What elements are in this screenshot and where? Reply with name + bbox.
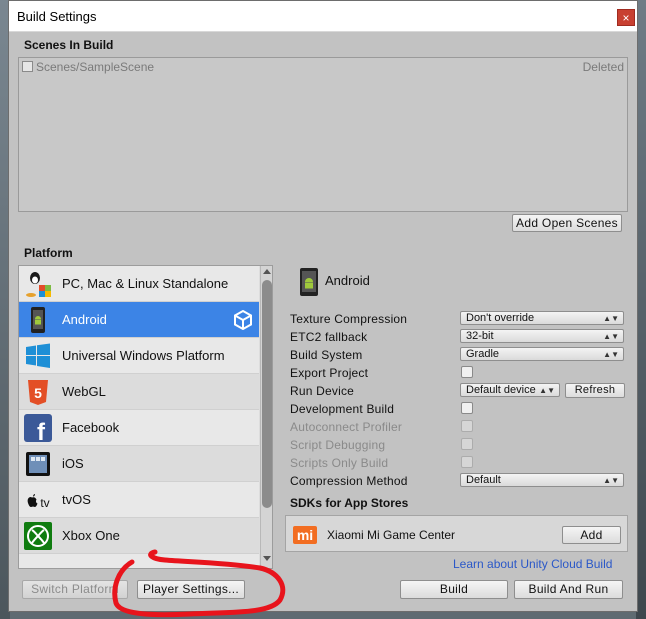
dropdown-value: Don't override — [466, 312, 535, 324]
platform-item-android[interactable]: Android — [19, 302, 259, 338]
platform-label: iOS — [62, 456, 84, 471]
platform-label: Android — [62, 312, 107, 327]
sdk-item-xiaomi: mi Xiaomi Mi Game Center Add — [285, 515, 628, 552]
dropdown-arrow-icon: ▲▼ — [603, 350, 619, 359]
platform-item-standalone[interactable]: PC, Mac & Linux Standalone — [19, 266, 259, 302]
unity-cloud-build-link[interactable]: Learn about Unity Cloud Build — [453, 557, 612, 571]
player-settings-button[interactable]: Player Settings... — [137, 580, 245, 599]
scroll-up-icon[interactable] — [263, 269, 271, 274]
development-build-checkbox[interactable] — [461, 402, 473, 414]
script-debugging-label: Script Debugging — [290, 438, 386, 452]
platform-item-xbox-one[interactable]: Xbox One — [19, 518, 259, 554]
build-and-run-button[interactable]: Build And Run — [514, 580, 623, 599]
sdks-heading: SDKs for App Stores — [290, 496, 409, 510]
platform-item-facebook[interactable]: f Facebook — [19, 410, 259, 446]
apple-tv-icon-text: tv — [40, 496, 49, 510]
scroll-thumb[interactable] — [262, 280, 272, 508]
run-device-label: Run Device — [290, 384, 355, 398]
refresh-button[interactable]: Refresh — [565, 383, 625, 398]
scene-name: Scenes/SampleScene — [36, 60, 155, 74]
xiaomi-mi-icon: mi — [293, 526, 317, 544]
autoconnect-profiler-label: Autoconnect Profiler — [290, 420, 403, 434]
scene-include-checkbox[interactable] — [22, 61, 33, 72]
platform-label: Xbox One — [62, 528, 120, 543]
dropdown-arrow-icon: ▲▼ — [539, 386, 555, 395]
build-system-dropdown[interactable]: Gradle ▲▼ — [460, 347, 624, 361]
dropdown-value: Default device — [466, 384, 536, 396]
build-system-label: Build System — [290, 348, 363, 362]
platform-label: PC, Mac & Linux Standalone — [62, 276, 229, 291]
android-icon — [31, 307, 45, 333]
platform-label: Universal Windows Platform — [62, 348, 225, 363]
platform-label: Facebook — [62, 420, 120, 435]
dropdown-value: Gradle — [466, 348, 500, 360]
platform-item-uwp[interactable]: Universal Windows Platform — [19, 338, 259, 374]
dropdown-arrow-icon: ▲▼ — [603, 476, 619, 485]
ipad-icon — [26, 452, 50, 476]
dropdown-arrow-icon: ▲▼ — [603, 332, 619, 341]
autoconnect-profiler-checkbox — [461, 420, 473, 432]
dropdown-value: Default — [466, 474, 501, 486]
texture-compression-label: Texture Compression — [290, 312, 408, 326]
pc-mac-linux-icon — [26, 272, 51, 297]
scenes-in-build-heading: Scenes In Build — [24, 38, 114, 52]
scene-status: Deleted — [582, 60, 624, 74]
add-open-scenes-button[interactable]: Add Open Scenes — [512, 214, 622, 232]
platform-item-webgl[interactable]: 5 WebGL — [19, 374, 259, 410]
etc2-fallback-dropdown[interactable]: 32-bit ▲▼ — [460, 329, 624, 343]
platform-item-ios[interactable]: iOS — [19, 446, 259, 482]
platform-item-tvos[interactable]: tv tvOS — [19, 482, 259, 518]
facebook-icon: f — [24, 414, 52, 443]
platform-list-scrollbar[interactable] — [260, 266, 272, 568]
dropdown-value: 32-bit — [466, 330, 494, 342]
script-debugging-checkbox — [461, 438, 473, 450]
scenes-list[interactable]: Scenes/SampleScene Deleted — [18, 57, 628, 212]
scene-row[interactable]: Scenes/SampleScene Deleted — [19, 58, 627, 76]
platform-label: WebGL — [62, 384, 106, 399]
export-project-checkbox[interactable] — [461, 366, 473, 378]
export-project-label: Export Project — [290, 366, 369, 380]
dropdown-arrow-icon: ▲▼ — [603, 314, 619, 323]
platform-label: tvOS — [62, 492, 91, 507]
etc2-fallback-label: ETC2 fallback — [290, 330, 368, 344]
compression-method-dropdown[interactable]: Default ▲▼ — [460, 473, 624, 487]
compression-method-label: Compression Method — [290, 474, 408, 488]
switch-platform-button[interactable]: Switch Platform — [22, 580, 128, 599]
platform-list[interactable]: PC, Mac & Linux Standalone Android Unive… — [18, 265, 273, 569]
windows-icon — [26, 343, 50, 368]
run-device-dropdown[interactable]: Default device ▲▼ — [460, 383, 560, 397]
platform-item-partial[interactable] — [19, 554, 259, 568]
html5-icon: 5 — [28, 380, 48, 405]
texture-compression-dropdown[interactable]: Don't override ▲▼ — [460, 311, 624, 325]
scroll-down-icon[interactable] — [263, 556, 271, 561]
scripts-only-build-checkbox — [461, 456, 473, 468]
build-button[interactable]: Build — [400, 580, 508, 599]
title-bar[interactable]: Build Settings × — [9, 1, 637, 32]
android-large-icon — [300, 268, 318, 296]
selected-platform-title: Android — [325, 273, 370, 288]
close-button[interactable]: × — [617, 9, 635, 26]
window-title: Build Settings — [17, 9, 97, 24]
xbox-icon — [24, 522, 52, 550]
unity-active-platform-icon — [234, 310, 252, 330]
apple-tv-icon: tv — [27, 494, 50, 510]
sdk-name: Xiaomi Mi Game Center — [327, 528, 456, 542]
build-settings-window: Build Settings × Scenes In Build Scenes/… — [8, 0, 638, 612]
sdk-add-button[interactable]: Add — [562, 526, 621, 544]
platform-heading: Platform — [24, 246, 73, 260]
facebook-icon-text: f — [37, 419, 46, 443]
scripts-only-build-label: Scripts Only Build — [290, 456, 389, 470]
html5-icon-text: 5 — [34, 385, 42, 401]
development-build-label: Development Build — [290, 402, 395, 416]
platform-settings-panel: Android Texture Compression Don't overri… — [285, 263, 635, 583]
